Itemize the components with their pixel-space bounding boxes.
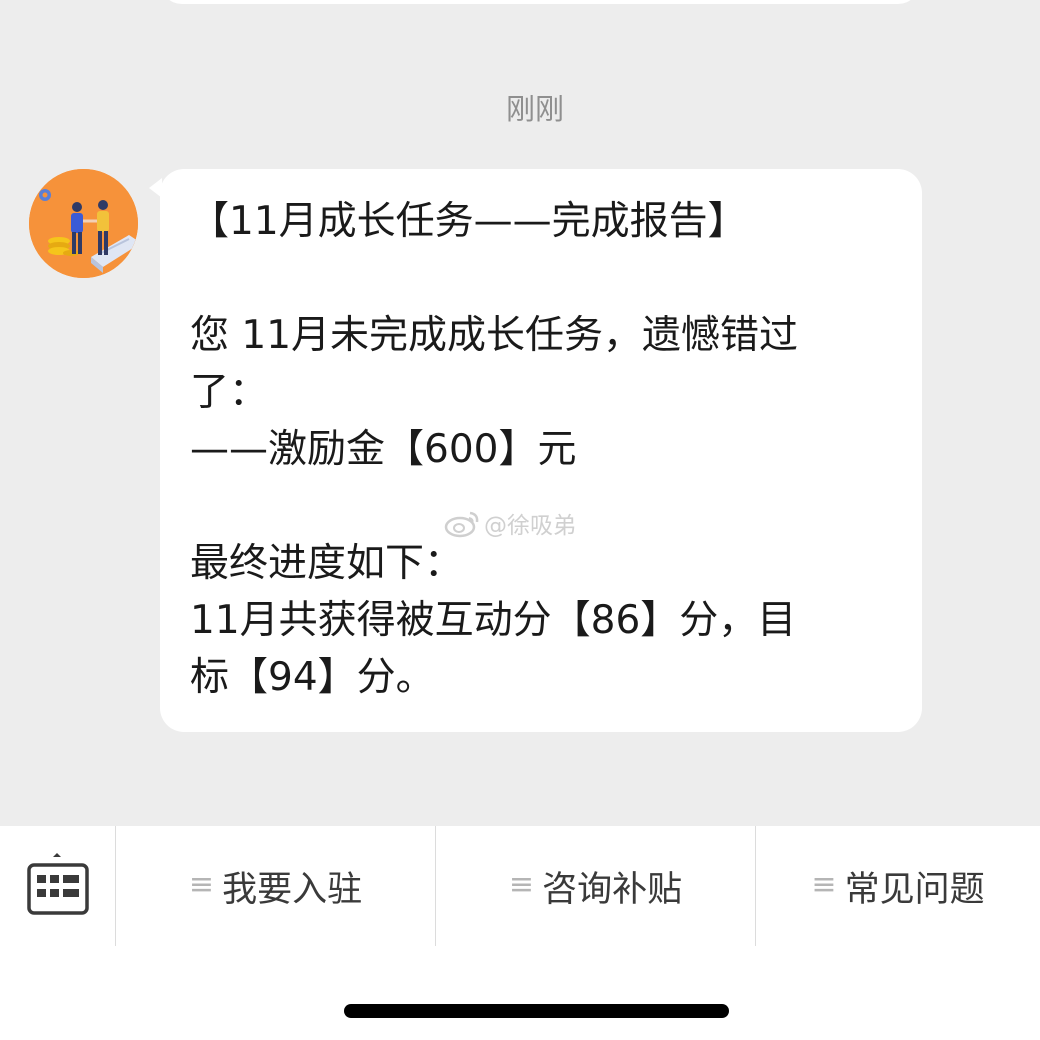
menu-lines-icon: ≡ [188,866,215,902]
message-line: 最终进度如下： [190,541,464,586]
menu-item-faq[interactable]: ≡ 常见问题 [755,826,1040,946]
avatar-illustration [29,169,138,278]
menu-item-label: 常见问题 [844,869,985,910]
keyboard-icon [26,853,89,915]
message-title: 【11月成长任务——完成报告】 [190,199,747,244]
message-line: 您 11月未完成成长任务，遗憾错过 [190,313,799,358]
menu-lines-icon: ≡ [811,866,837,902]
message-line: 了： [190,370,269,415]
previous-message-bubble [160,0,920,4]
weibo-logo-icon [444,511,479,538]
home-indicator[interactable] [344,1004,729,1018]
menu-item-label: 我要入驻 [222,869,363,910]
menu-lines-icon: ≡ [508,866,535,902]
menu-item-label: 咨询补贴 [542,869,683,910]
keyboard-toggle-button[interactable] [0,826,115,946]
message-line: ——激励金【600】元 [190,427,577,472]
message-line: 11月共获得被互动分【86】分，目 [190,598,797,643]
menu-item-join[interactable]: ≡ 我要入驻 [115,826,435,946]
watermark-text: @徐吸弟 [484,513,576,539]
avatar[interactable] [29,169,138,278]
message-bubble[interactable]: 【11月成长任务——完成报告】 您 11月未完成成长任务，遗憾错过 了： ——激… [160,169,922,732]
message-spacer [190,250,884,307]
message-timestamp: 刚刚 [505,92,564,126]
menu-item-subsidy[interactable]: ≡ 咨询补贴 [435,826,755,946]
message-line: 标【94】分。 [190,655,435,700]
watermark: @徐吸弟 [444,506,576,540]
